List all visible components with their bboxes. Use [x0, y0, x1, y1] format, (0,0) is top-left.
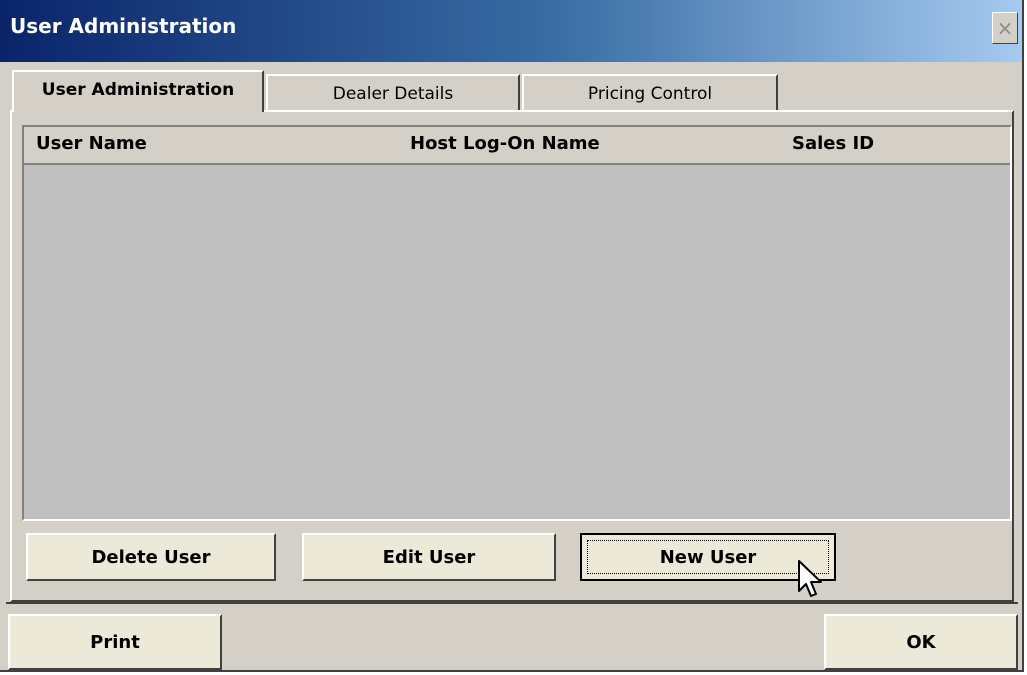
edit-user-button[interactable]: Edit User: [302, 533, 556, 581]
tab-dealer-details[interactable]: Dealer Details: [266, 74, 520, 112]
focus-rectangle: [587, 540, 829, 574]
edit-user-label: Edit User: [382, 546, 476, 568]
column-header-host-log-on-name[interactable]: Host Log-On Name: [410, 133, 600, 154]
window-title: User Administration: [10, 14, 237, 38]
close-icon[interactable]: ×: [992, 12, 1018, 44]
column-header-sales-id[interactable]: Sales ID: [792, 133, 874, 154]
user-list[interactable]: User Name Host Log-On Name Sales ID: [22, 125, 1012, 521]
print-button[interactable]: Print: [8, 614, 222, 670]
delete-user-label: Delete User: [91, 546, 211, 568]
column-header-user-name[interactable]: User Name: [36, 133, 147, 154]
user-administration-window: User Administration × User Administratio…: [0, 0, 1024, 672]
tab-user-administration[interactable]: User Administration: [12, 70, 264, 112]
tab-pricing-control[interactable]: Pricing Control: [522, 74, 778, 112]
delete-user-button[interactable]: Delete User: [26, 533, 276, 581]
print-label: Print: [90, 631, 140, 653]
title-bar[interactable]: User Administration ×: [0, 0, 1022, 62]
ok-button[interactable]: OK: [824, 614, 1018, 670]
footer-separator: [6, 602, 1018, 604]
mouse-pointer-icon: [798, 560, 822, 597]
ok-label: OK: [906, 631, 936, 653]
list-header: User Name Host Log-On Name Sales ID: [24, 127, 1010, 165]
